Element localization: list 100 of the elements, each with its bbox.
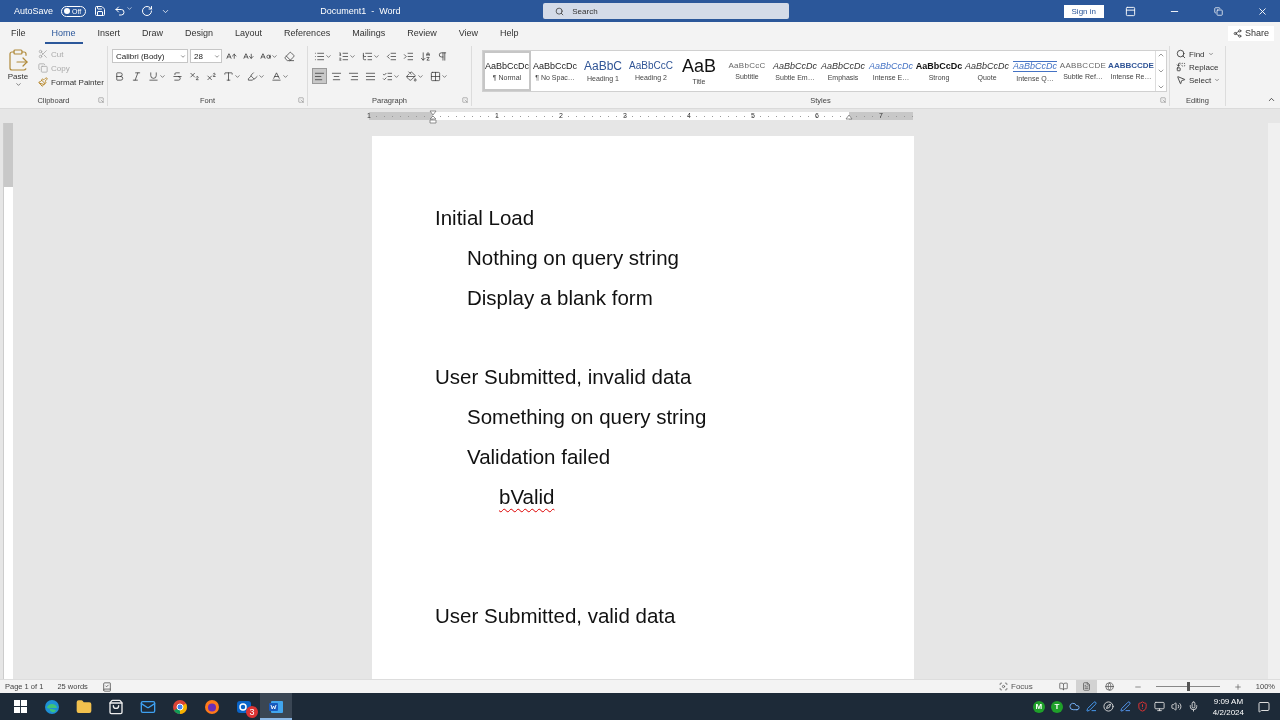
shading-button[interactable] xyxy=(404,68,426,84)
style-sample: AaBbCcDc xyxy=(485,61,529,71)
editing-button[interactable]: Find xyxy=(1174,48,1223,60)
text-effects-icon xyxy=(223,70,234,82)
style-sample: AaBbCcDc xyxy=(915,61,963,71)
find-icon xyxy=(1176,49,1186,59)
font-color-icon xyxy=(271,70,282,82)
focus-icon xyxy=(999,682,1008,691)
ribbon-tab[interactable]: Home xyxy=(44,22,83,44)
style-sample: AABBCCDE xyxy=(1108,62,1154,70)
search-box[interactable]: Search xyxy=(543,3,790,19)
style-sample: AaBbCcDc xyxy=(533,61,577,71)
word-app-icon xyxy=(268,698,284,715)
ribbon-tab[interactable]: Insert xyxy=(90,22,128,44)
clear-formatting-icon xyxy=(284,50,295,62)
font-name-field[interactable]: Calibri (Body) xyxy=(116,51,180,61)
multilevel-list-icon xyxy=(362,50,373,62)
borders-icon xyxy=(430,70,441,82)
document-line: Something on query string xyxy=(467,405,707,428)
pen-icon[interactable] xyxy=(1085,701,1097,712)
mail-icon xyxy=(140,698,156,715)
replace-icon xyxy=(1176,62,1186,72)
line-spacing-icon xyxy=(382,70,393,82)
sign-in-button[interactable]: Sign in xyxy=(1063,4,1104,18)
window-title: Document1 - Word xyxy=(320,6,402,16)
font-size-field[interactable]: 28 xyxy=(194,51,214,61)
change-case-icon xyxy=(260,50,271,62)
book-icon xyxy=(1058,682,1068,691)
focus-button[interactable]: Focus xyxy=(993,680,1039,693)
shield-icon[interactable] xyxy=(1136,701,1148,712)
notifications-icon[interactable] xyxy=(1258,700,1270,713)
align-justify-icon xyxy=(365,70,376,82)
network-icon[interactable] xyxy=(1153,701,1165,712)
align-center-icon xyxy=(331,70,342,82)
scroll-up-icon[interactable] xyxy=(1157,51,1165,59)
ribbon-tab[interactable]: Draw xyxy=(135,22,171,44)
increase-indent-icon xyxy=(403,50,414,62)
clock-date: 4/2/2024 xyxy=(1212,706,1244,718)
style-sample: AaBbCcC xyxy=(629,61,673,71)
zoom-in-icon[interactable] xyxy=(1233,682,1242,691)
view-button[interactable] xyxy=(1075,680,1097,693)
ribbon-tab[interactable]: Design xyxy=(178,22,221,44)
microphone-icon[interactable] xyxy=(1187,701,1199,712)
right-indent-marker-icon[interactable] xyxy=(845,114,853,120)
editing-button[interactable]: Replace xyxy=(1174,61,1223,73)
save-icon[interactable] xyxy=(94,5,107,17)
proofing-icon[interactable] xyxy=(101,681,112,692)
cloud-icon[interactable] xyxy=(1068,701,1080,712)
browser-icon xyxy=(172,698,188,715)
notification-badge: 3 xyxy=(246,706,258,718)
editing-button[interactable]: Select xyxy=(1174,74,1223,86)
stylus-icon[interactable] xyxy=(1119,701,1131,712)
expand-gallery-icon[interactable] xyxy=(1157,83,1165,91)
ribbon-tab[interactable]: File xyxy=(4,22,33,44)
ribbon-tab[interactable]: Mailings xyxy=(345,22,393,44)
italic-icon xyxy=(131,70,142,82)
scroll-down-icon[interactable] xyxy=(1157,67,1165,75)
page-icon xyxy=(1081,682,1091,691)
search-icon xyxy=(555,6,565,16)
ribbon-tab[interactable]: View xyxy=(451,22,486,44)
ribbon-tab[interactable]: Review xyxy=(400,22,444,44)
caret-icon xyxy=(1207,51,1214,57)
search-field[interactable]: Search xyxy=(572,6,693,16)
ribbon-tab[interactable]: References xyxy=(277,22,338,44)
bold-icon xyxy=(114,70,125,82)
caret-icon xyxy=(349,52,356,60)
caret-icon xyxy=(373,52,380,60)
style-sample: AaBbCcDc xyxy=(965,61,1009,71)
align-left-icon xyxy=(314,70,325,82)
zoom-slider-thumb[interactable] xyxy=(1186,682,1190,691)
decrease-indent-icon xyxy=(386,50,397,62)
caret-icon xyxy=(441,72,448,80)
document-line: bValid xyxy=(499,485,555,508)
clipboard-button[interactable]: Format Painter xyxy=(36,76,106,88)
style-sample: AaBbCcC xyxy=(728,62,766,70)
volume-icon[interactable] xyxy=(1170,701,1182,712)
undo-icon[interactable] xyxy=(114,5,127,17)
ribbon-tab[interactable]: Layout xyxy=(228,22,270,44)
document-line: Validation failed xyxy=(467,445,611,468)
collapse-ribbon-icon[interactable] xyxy=(1267,95,1276,104)
caret-icon xyxy=(271,52,278,60)
align-button[interactable] xyxy=(312,68,327,84)
indent-marker-icon[interactable] xyxy=(429,110,437,124)
taskbar-app[interactable]: 3 xyxy=(228,693,260,720)
share-button[interactable]: Share xyxy=(1227,25,1274,41)
caret-icon xyxy=(180,52,186,60)
caret-icon xyxy=(325,52,332,60)
style-sample: AaBbCcDc xyxy=(869,61,913,71)
caret-icon xyxy=(234,72,241,80)
app-icon xyxy=(236,698,252,715)
font-name-box[interactable]: Calibri (Body) xyxy=(112,49,188,63)
ribbon-tab[interactable]: Help xyxy=(493,22,526,44)
paste-button[interactable]: Paste xyxy=(4,48,32,95)
folder-icon xyxy=(76,698,92,715)
align-right-icon xyxy=(348,70,359,82)
style-sample: AaB xyxy=(682,57,716,75)
font-size-box[interactable]: 28 xyxy=(190,49,222,63)
redo-icon[interactable] xyxy=(141,5,154,17)
compass-icon[interactable] xyxy=(1102,701,1114,712)
clock[interactable]: 9:09 AM 4/2/2024 xyxy=(1212,695,1244,718)
